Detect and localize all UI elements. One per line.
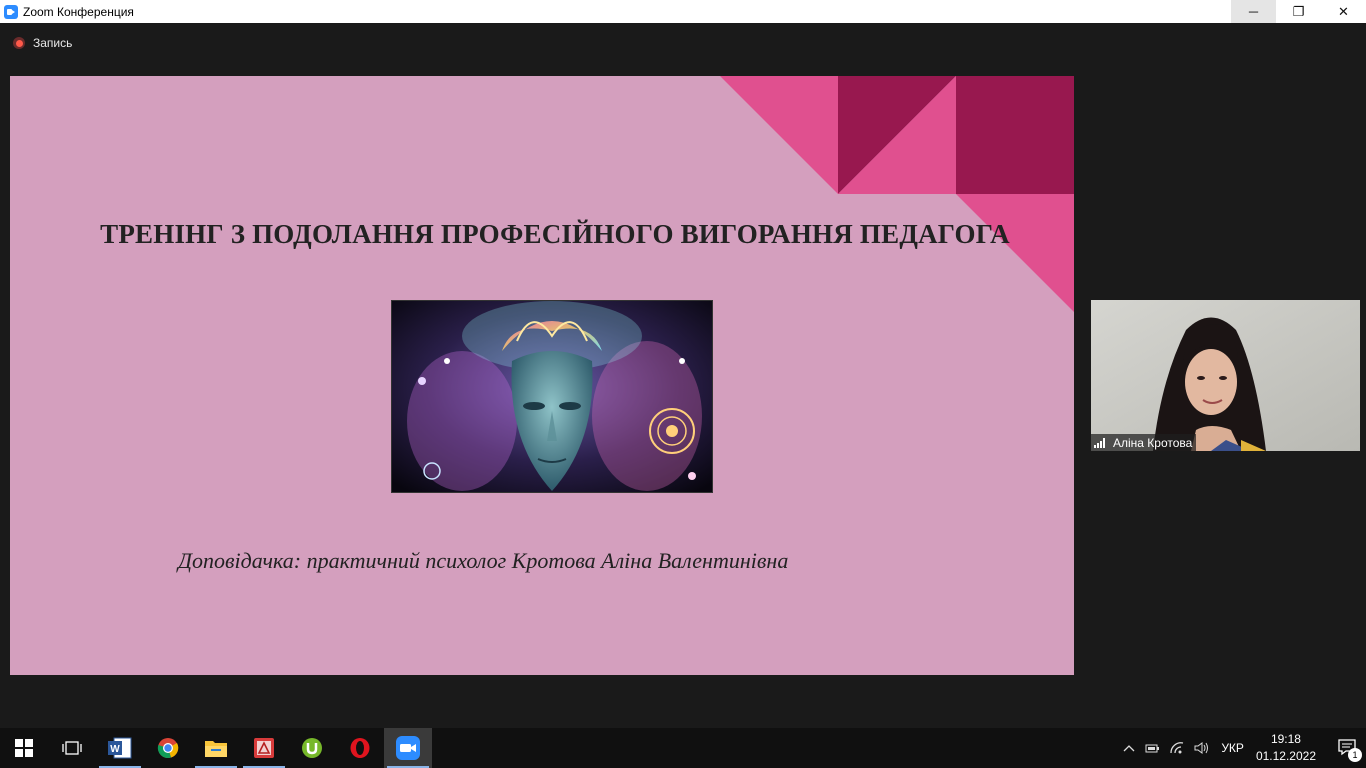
window-title: Zoom Конференция <box>23 4 134 19</box>
clock-date: 01.12.2022 <box>1255 749 1316 763</box>
shared-slide: ТРЕНІНГ З ПОДОЛАННЯ ПРОФЕСІЙНОГО ВИГОРАН… <box>10 76 1074 675</box>
utorrent-icon <box>302 738 322 758</box>
taskbar-zoom[interactable] <box>384 728 432 768</box>
slide-title: ТРЕНІНГ З ПОДОЛАННЯ ПРОФЕСІЙНОГО ВИГОРАН… <box>100 219 1010 249</box>
volume-icon[interactable] <box>1189 728 1213 768</box>
clock[interactable]: 19:18 01.12.2022 <box>1256 731 1316 765</box>
taskbar-utorrent[interactable] <box>288 728 336 768</box>
taskbar-file-explorer[interactable] <box>192 728 240 768</box>
action-center-button[interactable]: 1 <box>1330 728 1366 768</box>
task-view-button[interactable] <box>48 728 96 768</box>
participant-name-tag: Аліна Кротова <box>1091 434 1197 451</box>
input-language[interactable]: УКР <box>1221 741 1244 755</box>
record-icon <box>13 37 25 49</box>
participant-video <box>1091 300 1360 451</box>
participant-name: Аліна Кротова <box>1113 435 1193 450</box>
zoom-icon <box>396 736 420 760</box>
restore-button[interactable]: ❐ <box>1276 0 1321 23</box>
recording-indicator[interactable]: Запись <box>13 36 72 50</box>
chrome-icon <box>157 738 179 759</box>
task-view-icon <box>62 741 82 755</box>
window-controls: ─ ❐ ✕ <box>1231 0 1366 23</box>
minimize-button[interactable]: ─ <box>1231 0 1276 23</box>
pdf-icon <box>254 738 274 758</box>
taskbar-opera[interactable] <box>336 728 384 768</box>
folder-icon <box>205 741 227 757</box>
participant-video-tile[interactable]: Аліна Кротова <box>1091 300 1360 451</box>
title-bar: Zoom Конференция ─ ❐ ✕ <box>0 0 1366 23</box>
taskbar-chrome[interactable] <box>144 728 192 768</box>
slide-corner-decoration <box>720 76 1074 312</box>
clock-time: 19:18 <box>1270 732 1301 746</box>
slide-speaker-line: Доповідачка: практичний психолог Кротова… <box>178 548 789 573</box>
battery-icon[interactable] <box>1141 728 1165 768</box>
wifi-icon[interactable] <box>1165 728 1189 768</box>
taskbar-word[interactable]: W <box>96 728 144 768</box>
taskbar: W УКР 19:18 01.12.2022 1 <box>0 728 1366 768</box>
opera-icon <box>350 738 370 758</box>
start-button[interactable] <box>0 728 48 768</box>
slide-image <box>391 300 713 493</box>
signal-bars-icon <box>1094 437 1109 448</box>
svg-text:W: W <box>110 744 120 755</box>
zoom-app-icon <box>4 4 18 19</box>
psychedelic-head-image <box>392 301 712 492</box>
taskbar-pdf-app[interactable] <box>240 728 288 768</box>
close-button[interactable]: ✕ <box>1321 0 1366 23</box>
system-tray: УКР 19:18 01.12.2022 1 <box>1117 728 1366 768</box>
windows-logo-icon <box>15 739 33 757</box>
show-hidden-icons-chevron-icon[interactable] <box>1117 728 1141 768</box>
zoom-window: Zoom Конференция ─ ❐ ✕ Запись ТРЕНІНГ З … <box>0 0 1366 768</box>
recording-label: Запись <box>33 36 73 50</box>
word-icon: W <box>108 737 132 759</box>
meeting-area: Запись ТРЕНІНГ З ПОДОЛАННЯ ПРОФЕСІЙНОГО … <box>0 23 1366 728</box>
notification-count-badge: 1 <box>1348 748 1362 762</box>
